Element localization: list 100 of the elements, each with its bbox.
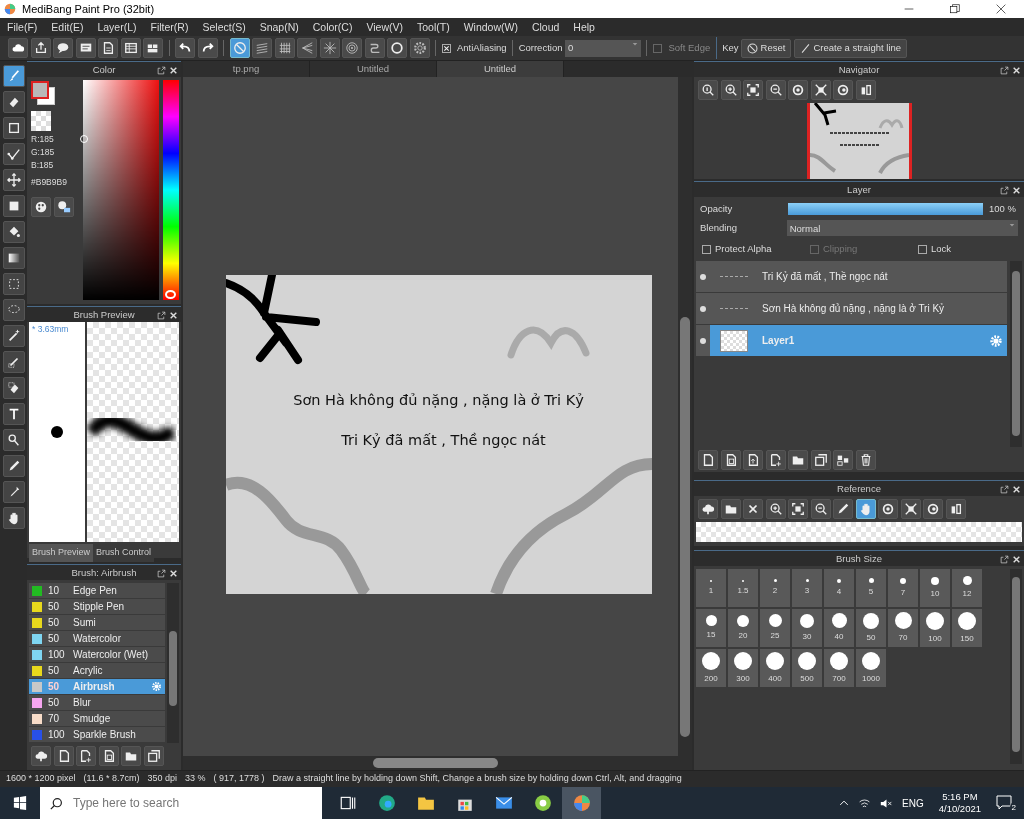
rgb-value: R:185 <box>31 133 55 144</box>
panel-tab[interactable]: Brush Preview <box>29 544 94 562</box>
clock-time[interactable]: 5:16 PM <box>942 791 978 803</box>
brush-name: Watercolor <box>73 632 122 646</box>
brush-name: Stipple Pen <box>73 600 126 614</box>
brush-name: Sparkle Brush <box>73 728 137 742</box>
brush-item[interactable]: 50 Sumi <box>29 615 165 631</box>
brush-size-preset[interactable]: 300 <box>728 649 758 687</box>
layer-item[interactable]: Sơn Hà không đủ nặng , nặng là ở Tri Kỷ <box>696 293 1007 325</box>
opacity-value: 100 % <box>989 201 1016 216</box>
layer-item[interactable]: Tri Kỷ đã mất , Thề ngọc nát <box>696 261 1007 293</box>
brush-name: Edge Pen <box>73 584 118 598</box>
brush-name: Sumi <box>73 616 97 630</box>
layer-name: Layer1 <box>762 334 796 348</box>
brush-size-preset[interactable]: 7 <box>888 569 918 607</box>
language-indicator[interactable]: ENG <box>902 795 924 811</box>
brush-size-preset[interactable]: 3 <box>792 569 822 607</box>
opacity-label: Opacity <box>700 201 734 216</box>
brush-size-preset[interactable]: 12 <box>952 569 982 607</box>
panel-title: Layer <box>847 184 871 195</box>
status-text: (11.6 * 8.7cm) <box>83 772 140 786</box>
clock-date[interactable]: 4/10/2021 <box>938 803 981 815</box>
brush-size: 50 <box>48 632 61 646</box>
brush-item[interactable]: 50 Blur <box>29 695 165 711</box>
blending-dropdown[interactable]: Normal <box>786 220 1018 236</box>
panel-title: Reference <box>837 483 881 494</box>
menu-item[interactable]: Color(C) <box>305 18 360 36</box>
panel-title: Brush: Airbrush <box>71 567 137 578</box>
menu-item[interactable]: Snap(N) <box>252 18 306 36</box>
brush-size-preset[interactable]: 700 <box>824 649 854 687</box>
brush-size: 70 <box>48 712 61 726</box>
menu-item[interactable]: Edit(E) <box>44 18 91 36</box>
menu-item[interactable]: Cloud <box>524 18 567 36</box>
straight-line-button[interactable]: Create a straight line <box>793 38 908 58</box>
rgb-value: G:185 <box>31 146 56 157</box>
brush-item[interactable]: 70 Smudge <box>29 711 165 727</box>
brush-item[interactable]: 10 Edge Pen <box>29 583 165 599</box>
brush-size-preset[interactable]: 4 <box>824 569 854 607</box>
status-text: ( 917, 1778 ) <box>213 772 265 786</box>
brush-size-preset[interactable]: 1000 <box>856 649 886 687</box>
brush-size-preset[interactable]: 500 <box>792 649 822 687</box>
brush-size-preset[interactable]: 50 <box>856 609 886 647</box>
canvas-text: Sơn Hà không đủ nặng , nặng là ở Tri Kỷ <box>292 391 585 410</box>
brush-name: Blur <box>73 696 92 710</box>
brush-size-preset[interactable]: 150 <box>952 609 982 647</box>
brush-size-preset[interactable]: 100 <box>920 609 950 647</box>
brush-size-preset[interactable]: 15 <box>696 609 726 647</box>
menu-item[interactable]: View(V) <box>359 18 410 36</box>
panel-title: Brush Size <box>836 553 882 564</box>
menu-item[interactable]: Filter(R) <box>143 18 196 36</box>
hex-value: #B9B9B9 <box>31 176 68 189</box>
layer-name: Tri Kỷ đã mất , Thề ngọc nát <box>762 270 889 284</box>
status-text: 33 % <box>184 772 206 786</box>
status-text: 350 dpi <box>147 772 177 786</box>
brush-name: Watercolor (Wet) <box>73 648 149 662</box>
brush-item[interactable]: 50 Acrylic <box>29 663 165 679</box>
status-text: Draw a straight line by holding down Shift, Change a brush size by holding down Ctrl, Alt, and dragging <box>272 772 682 786</box>
menu-item[interactable]: Tool(T) <box>410 18 457 36</box>
brush-size-preset[interactable]: 20 <box>728 609 758 647</box>
reset-button[interactable]: Reset <box>741 38 792 58</box>
brush-size-preset[interactable]: 30 <box>792 609 822 647</box>
menu-item[interactable]: Window(W) <box>456 18 525 36</box>
field-label: Correction <box>518 40 563 55</box>
brush-item[interactable]: 100 Sparkle Brush <box>29 727 165 743</box>
brush-item[interactable]: 50 Stipple Pen <box>29 599 165 615</box>
brush-size: 50 <box>48 664 61 678</box>
document-tab[interactable]: Untitled <box>437 61 564 77</box>
menu-item[interactable]: Layer(L) <box>90 18 144 36</box>
brush-item[interactable]: 100 Watercolor (Wet) <box>29 647 165 663</box>
brush-size-preset[interactable]: 25 <box>760 609 790 647</box>
brush-size: 50 <box>48 616 61 630</box>
brush-size: 50 <box>48 600 61 614</box>
panel-title: Brush Preview <box>73 309 135 320</box>
menu-item[interactable]: Select(S) <box>195 18 253 36</box>
brush-size-preset[interactable]: 5 <box>856 569 886 607</box>
brush-size-preset[interactable]: 10 <box>920 569 950 607</box>
brush-size-preset[interactable]: 2 <box>760 569 790 607</box>
menu-item[interactable]: File(F) <box>0 18 45 36</box>
brush-size-preset[interactable]: 200 <box>696 649 726 687</box>
rgb-value: B:185 <box>31 159 55 170</box>
brush-size-preset[interactable]: 70 <box>888 609 918 647</box>
brush-size: 100 <box>48 648 66 662</box>
brush-size-preset[interactable]: 400 <box>760 649 790 687</box>
brush-size-label: * 3.63mm <box>32 323 69 336</box>
menu-item[interactable]: Help <box>566 18 602 36</box>
brush-size: 50 <box>48 696 61 710</box>
brush-size-preset[interactable]: 1 <box>696 569 726 607</box>
checkbox-label: AntiAliasing <box>457 40 507 55</box>
brush-size-preset[interactable]: 40 <box>824 609 854 647</box>
brush-size: 100 <box>48 728 66 742</box>
brush-size: 50 <box>48 680 61 694</box>
correction-dropdown[interactable]: 0 <box>564 39 641 57</box>
checkbox-label: Lock <box>931 241 952 256</box>
layer-name: Sơn Hà không đủ nặng , nặng là ở Tri Kỷ <box>762 302 946 316</box>
key-label: Key <box>722 40 739 55</box>
brush-name: Airbrush <box>73 680 116 694</box>
brush-item[interactable]: 50 Watercolor <box>29 631 165 647</box>
search-box[interactable]: Type here to search <box>40 787 322 819</box>
canvas-text: Tri Kỷ đã mất , Thề ngọc nát <box>340 431 547 450</box>
brush-size-preset[interactable]: 1.5 <box>728 569 758 607</box>
